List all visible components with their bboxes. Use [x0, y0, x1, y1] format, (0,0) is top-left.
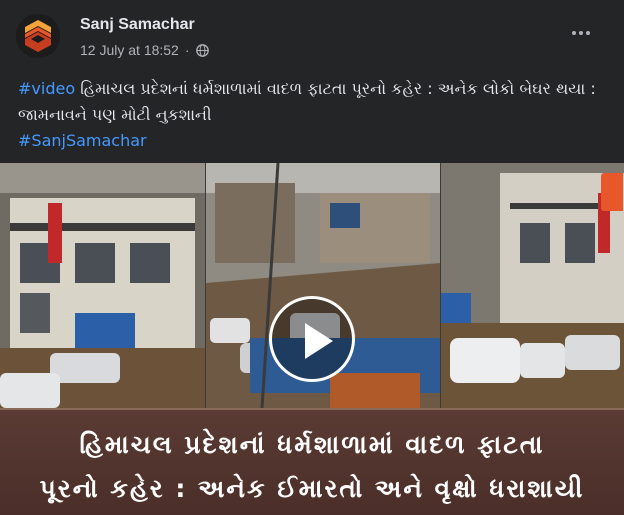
more-options-button[interactable]	[566, 26, 596, 40]
play-button[interactable]	[269, 296, 355, 382]
play-icon	[305, 323, 333, 359]
more-dot	[579, 31, 583, 35]
hashtag-sanjsamachar[interactable]: #SanjSamachar	[18, 131, 147, 150]
meta-separator: ·	[184, 42, 190, 58]
hashtag-video[interactable]: #video	[18, 79, 75, 98]
page-name[interactable]: Sanj Samachar	[80, 16, 195, 34]
caption-text: હિમાચલ પ્રદેશનાં ધર્મશાળામાં વાદળ ફાટતા …	[18, 79, 596, 124]
banner-line-2: પૂરનો કહેર : અનેક ઈમારતો અને વૃક્ષો ધરાશ…	[39, 474, 585, 503]
globe-icon	[195, 43, 209, 57]
sanj-samachar-logo	[16, 14, 60, 58]
post-meta: 12 July at 18:52 ·	[80, 42, 209, 58]
banner-line-1: હિમાચલ પ્રદેશનાં ધર્મશાળામાં વાદળ ફાટતા	[79, 430, 545, 459]
post-date[interactable]: 12 July at 18:52	[80, 42, 179, 58]
facebook-post: Sanj Samachar 12 July at 18:52 · #video …	[0, 0, 624, 515]
post-header: Sanj Samachar 12 July at 18:52 ·	[0, 0, 624, 66]
more-dot	[586, 31, 590, 35]
page-avatar[interactable]	[16, 14, 60, 58]
headline-banner: હિમાચલ પ્રદેશનાં ધર્મશાળામાં વાદળ ફાટતા …	[0, 408, 624, 515]
channel-watermark-logo	[601, 173, 623, 211]
more-options-icon	[572, 31, 576, 35]
post-caption: #video હિમાચલ પ્રદેશનાં ધર્મશાળામાં વાદળ…	[18, 76, 608, 154]
